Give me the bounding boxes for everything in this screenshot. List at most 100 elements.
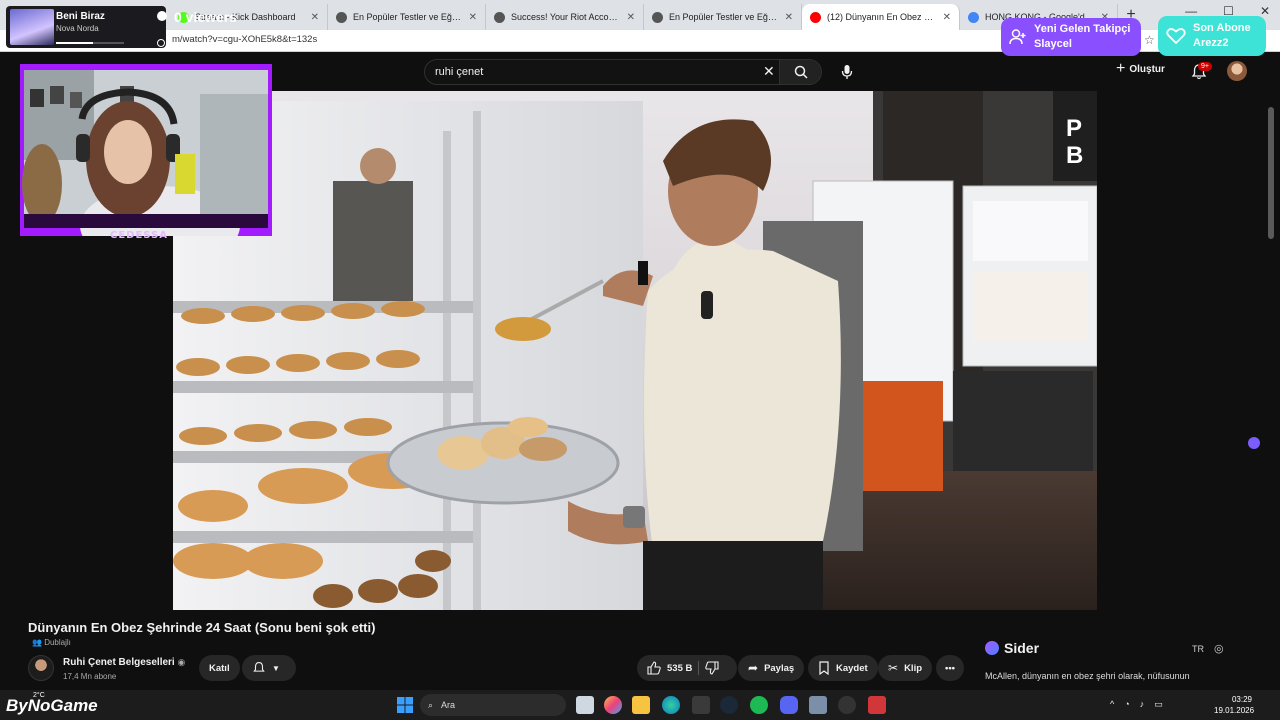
like-divider [698,661,700,675]
save-button[interactable]: Kaydet [808,655,878,681]
webcam-overlay [20,64,272,266]
subscriber-alert-text: Son Abone Arezz2 [1193,21,1251,51]
tab-close-icon[interactable]: ✕ [311,12,319,23]
account-avatar[interactable] [1227,61,1247,81]
sider-panel-header: Sider [985,640,1039,656]
bell-icon [253,662,265,672]
channel-avatar[interactable] [28,655,54,681]
obs-icon[interactable] [838,696,856,714]
search-button[interactable] [779,60,821,84]
windows-taskbar: ⌕ Ara ^ ◔ ♪ ▭ 03:29 19.01.2026 [0,690,1280,720]
sider-language[interactable]: TR [1192,644,1204,654]
tab-close-icon[interactable]: ✕ [469,12,477,23]
store-icon[interactable] [692,696,710,714]
battery-icon[interactable]: ▭ [1154,699,1163,710]
share-icon: ➦ [748,661,759,675]
windows-start-icon[interactable] [396,696,414,714]
channel-name[interactable]: Ruhi Çenet Belgeselleri ◉ [63,657,185,668]
clock-time: 03:29 [1231,695,1252,704]
tab-close-icon[interactable]: ✕ [943,12,951,23]
video-title: Dünyanın En Obez Şehrinde 24 Saat (Sonu … [28,620,376,635]
share-button[interactable]: ➦ Paylaş [738,655,805,681]
create-button[interactable]: + Oluştur [1116,61,1165,77]
sider-float-icon[interactable] [1248,437,1260,449]
create-label: Oluştur [1129,63,1165,75]
browser-tab[interactable]: (12) Dünyanın En Obez Şehrir ✕ [802,4,960,30]
sider-settings-icon[interactable]: ◎ [1214,642,1224,655]
tab-label: (12) Dünyanın En Obez Şehrir [827,12,937,22]
task-view-icon[interactable] [576,696,594,714]
follower-alert-title: Yeni Gelen Takipçi [1034,23,1131,35]
close-window-icon[interactable]: ✕ [1260,4,1270,18]
weather-temperature: 2°C [33,692,45,699]
discord-icon[interactable] [780,696,798,714]
voice-search-button[interactable] [836,61,858,83]
thumbs-down-icon[interactable] [705,661,719,675]
subscribed-button[interactable]: ▼ [242,655,296,681]
browser-tab[interactable]: En Popüler Testler ve Eğlenceli Qu ✕ [328,4,486,30]
album-art [10,9,54,45]
subscriber-alert: Son Abone Arezz2 [1158,16,1266,56]
tab-label: Success! Your Riot Account is now [511,12,621,22]
search-input[interactable]: ruhi çenet [435,66,483,78]
song-artist: Nova Norda [56,24,99,33]
taskbar-clock[interactable]: 03:29 19.01.2026 [1214,694,1255,716]
volume-icon[interactable]: ♪ [1140,699,1145,710]
more-icon: ••• [945,662,955,674]
user-plus-icon [1009,29,1026,45]
like-button[interactable]: 535 B [637,655,737,681]
spotify-icon[interactable] [750,696,768,714]
more-actions-button[interactable]: ••• [936,655,964,681]
network-icon[interactable]: ◔ [1124,699,1129,710]
tab-label: En Popüler Testler ve Eğlenceli Qu [353,12,463,22]
subscriber-alert-title: Son Abone [1193,22,1251,34]
join-button[interactable]: Katıl [199,655,240,681]
follower-alert-name: Slaycel [1034,38,1072,50]
dubbed-label: 👥 Dublajlı [32,638,71,647]
video-player[interactable]: P B [173,91,1097,610]
pause-icon [157,11,167,21]
svg-text:B: B [1066,142,1083,169]
browser-tab[interactable]: Success! Your Riot Account is now ✕ [486,4,644,30]
heart-icon [1166,28,1186,45]
scissors-icon: ✂ [888,661,899,675]
webcam-label: CEDESSA [110,230,168,241]
stream-logo: ByNoGame [6,696,98,715]
song-progress [56,42,124,44]
subscriber-alert-name: Arezz2 [1193,37,1229,49]
bookmark-star-icon[interactable]: ☆ [1144,33,1155,47]
copilot-icon[interactable] [604,696,622,714]
riot-client-icon[interactable] [868,696,886,714]
song-progress-fill [56,42,94,44]
tab-close-icon[interactable]: ✕ [785,12,793,23]
app-icon[interactable] [809,696,827,714]
steam-icon[interactable] [720,696,738,714]
file-explorer-icon[interactable] [632,696,650,714]
svg-text:P: P [1066,115,1082,142]
url-text[interactable]: m/watch?v=cgu-XOhE5k8&t=132s [172,34,317,45]
browser-tab[interactable]: En Popüler Testler ve Eğlenceli Qu ✕ [644,4,802,30]
webcam-feed [20,64,272,266]
tab-favicon-icon [810,11,821,23]
taskbar-search[interactable]: ⌕ Ara [420,694,566,716]
tab-favicon-icon [336,11,347,23]
clock-date: 19.01.2026 [1214,706,1255,715]
edge-browser-icon[interactable] [662,696,680,714]
thumbs-up-icon [647,661,661,675]
verified-icon: ◉ [177,657,186,667]
tab-close-icon[interactable]: ✕ [627,12,635,23]
now-playing-widget: Beni Biraz Nova Norda [6,6,167,48]
taskbar-search-placeholder: Ara [441,700,456,710]
tray-overflow-icon[interactable]: ^ [1110,699,1114,710]
page-scrollbar[interactable] [1268,107,1274,239]
chevron-down-icon: ▼ [272,663,280,673]
tab-favicon-icon [494,11,505,23]
clip-button[interactable]: ✂ Klip [878,655,933,681]
notification-badge: 9+ [1198,62,1212,71]
clear-search-icon[interactable]: ✕ [763,63,775,80]
dub-icon: 👥 [32,638,42,647]
video-frame-bakery-scene[interactable]: P B [173,91,1097,610]
music-source-icon [157,39,165,47]
search-box[interactable]: ruhi çenet ✕ [424,59,822,85]
subscriber-count: 17,4 Mn abone [63,672,117,681]
